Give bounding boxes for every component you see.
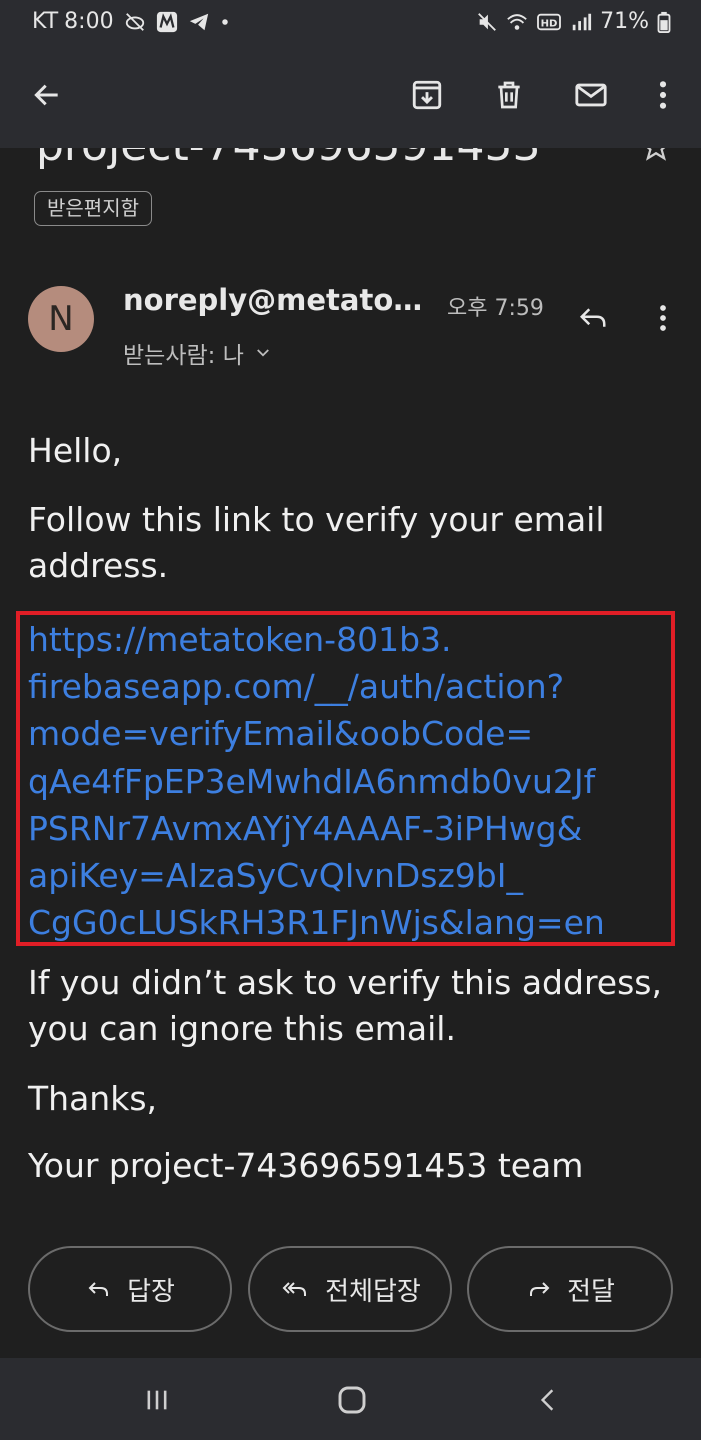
recents-icon	[147, 1390, 167, 1410]
message-more-button[interactable]	[641, 296, 685, 340]
more-vert-icon	[659, 81, 667, 109]
nav-back-icon	[540, 1389, 554, 1411]
battery-percent: 71%	[600, 9, 649, 34]
archive-icon	[412, 80, 442, 110]
reply-label: 답장	[127, 1276, 175, 1307]
link-line[interactable]: mode=verifyEmail&oobCode=	[28, 710, 668, 757]
reply-all-button[interactable]: 전체답장	[248, 1246, 452, 1332]
status-left: KT 8:00	[32, 9, 230, 34]
forward-button[interactable]: 전달	[467, 1246, 673, 1332]
home-icon	[338, 1386, 366, 1414]
reply-all-label: 전체답장	[325, 1276, 421, 1307]
nav-back-button[interactable]	[526, 1378, 570, 1422]
reply-icon	[579, 308, 606, 327]
inbox-label-chip[interactable]: 받은편지함	[34, 191, 152, 226]
message-toolbar	[0, 46, 701, 148]
mute-icon	[478, 12, 496, 31]
received-time: 오후 7:59	[447, 296, 544, 321]
system-nav-bar	[0, 1358, 701, 1440]
recents-button[interactable]	[135, 1378, 179, 1422]
wifi-icon	[507, 13, 527, 30]
toolbar-more-button[interactable]	[640, 72, 686, 118]
dot-icon	[221, 18, 228, 25]
telegram-icon	[189, 13, 208, 30]
back-arrow-icon	[34, 84, 58, 106]
back-button[interactable]	[24, 72, 70, 118]
link-line[interactable]: PSRNr7AvmxAYjY4AAAF-3iPHwg&	[28, 805, 668, 852]
chevron-down-icon	[256, 349, 269, 357]
mark-unread-icon	[575, 83, 607, 107]
game-icon	[125, 12, 144, 31]
app-m-icon	[156, 11, 177, 32]
mark-unread-button[interactable]	[568, 72, 614, 118]
status-bar: KT 8:00 HD 71%	[0, 0, 701, 46]
forward-icon	[530, 1282, 550, 1296]
delete-icon	[498, 81, 520, 109]
recipient-label: 받는사람: 나	[123, 343, 244, 369]
home-button[interactable]	[330, 1378, 374, 1422]
link-line[interactable]: qAe4fFpEP3eMwhdIA6nmdb0vu2Jf	[28, 758, 668, 805]
reply-button[interactable]: 답장	[28, 1246, 232, 1332]
greeting-text: Hello,	[28, 431, 123, 470]
archive-button[interactable]	[404, 72, 450, 118]
signal-icon	[572, 13, 592, 30]
notification-icons	[124, 11, 230, 33]
delete-button[interactable]	[486, 72, 532, 118]
signature-text: Your project-743696591453 team	[28, 1146, 584, 1185]
link-line[interactable]: firebaseapp.com/__/auth/action?	[28, 663, 668, 710]
link-line[interactable]: apiKey=AIzaSyCvQIvnDsz9bI_	[28, 852, 668, 899]
ignore-note-text: If you didn’t ask to verify this address…	[28, 963, 662, 1048]
sender-address[interactable]: noreply@metatoken-801b3.firebaseapp.com	[123, 283, 433, 317]
forward-label: 전달	[567, 1276, 615, 1307]
thanks-text: Thanks,	[28, 1079, 158, 1118]
verification-link[interactable]: https://metatoken-801b3. firebaseapp.com…	[28, 616, 668, 946]
recipient-details[interactable]: 받는사람: 나	[123, 336, 272, 370]
link-line[interactable]: CgG0cLUSkRH3R1FJnWjs&lang=en	[28, 899, 668, 946]
hd-voice-icon: HD	[537, 13, 562, 30]
instruction-text: Follow this link to verify your email ad…	[28, 500, 605, 585]
status-right: HD 71%	[476, 9, 671, 34]
svg-text:HD: HD	[541, 18, 558, 29]
reply-all-icon	[282, 1282, 307, 1296]
quick-reply-button[interactable]	[571, 296, 615, 340]
reply-icon	[88, 1282, 109, 1296]
carrier-label: KT	[32, 9, 59, 34]
more-vert-icon	[660, 305, 666, 331]
avatar[interactable]: N	[28, 286, 94, 352]
link-line[interactable]: https://metatoken-801b3.	[28, 616, 668, 663]
battery-icon	[657, 11, 671, 33]
clock: 8:00	[64, 9, 114, 34]
